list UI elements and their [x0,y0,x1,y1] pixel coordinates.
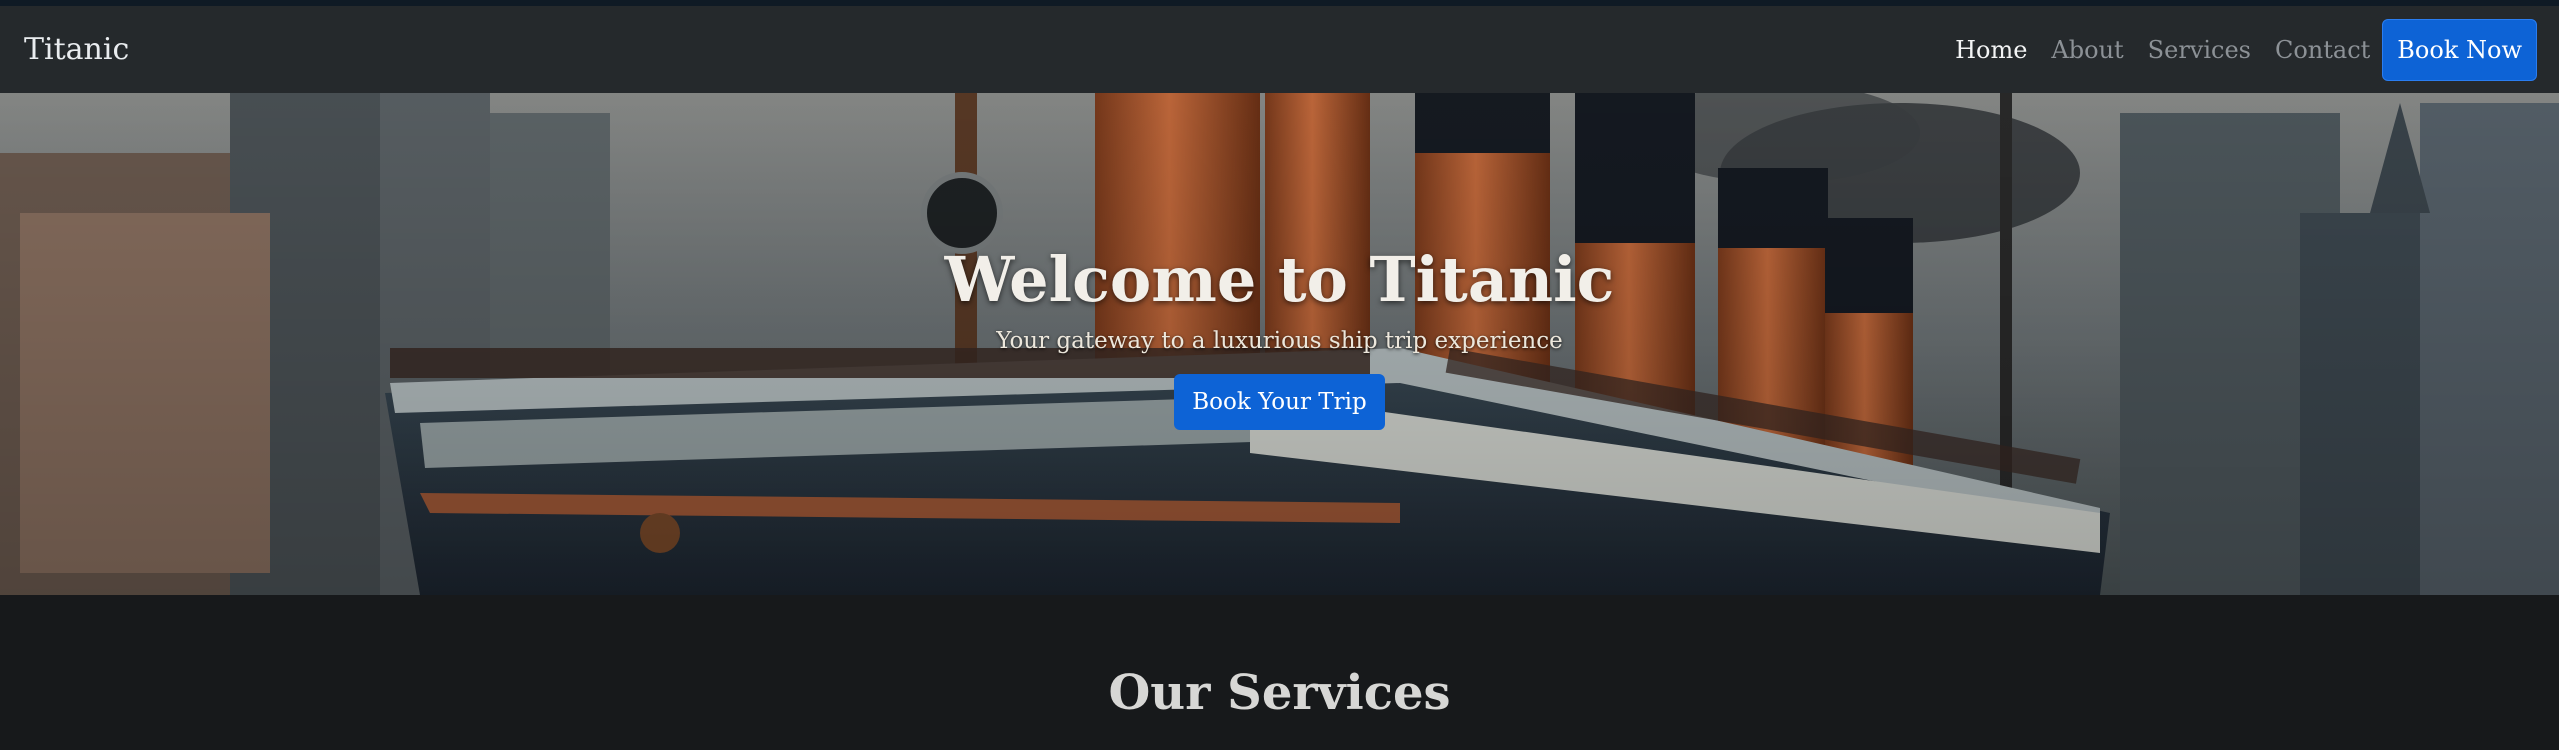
navbar: Titanic Home About Services Contact Book… [0,6,2559,93]
book-your-trip-button[interactable]: Book Your Trip [1174,374,1385,430]
nav-link-about[interactable]: About [2051,36,2123,64]
brand-logo[interactable]: Titanic [24,32,129,67]
services-title: Our Services [1108,665,1451,721]
nav-links: Home About Services Contact Book Now [1931,18,2537,81]
nav-link-services[interactable]: Services [2148,36,2251,64]
services-section: Our Services [0,595,2559,750]
hero-section: Welcome to Titanic Your gateway to a lux… [0,93,2559,595]
hero-content: Welcome to Titanic Your gateway to a lux… [0,243,2559,430]
nav-link-contact[interactable]: Contact [2275,36,2370,64]
book-now-button[interactable]: Book Now [2382,18,2537,81]
nav-link-home[interactable]: Home [1955,36,2027,64]
hero-subtitle: Your gateway to a luxurious ship trip ex… [996,328,1563,354]
hero-title: Welcome to Titanic [944,243,1615,316]
